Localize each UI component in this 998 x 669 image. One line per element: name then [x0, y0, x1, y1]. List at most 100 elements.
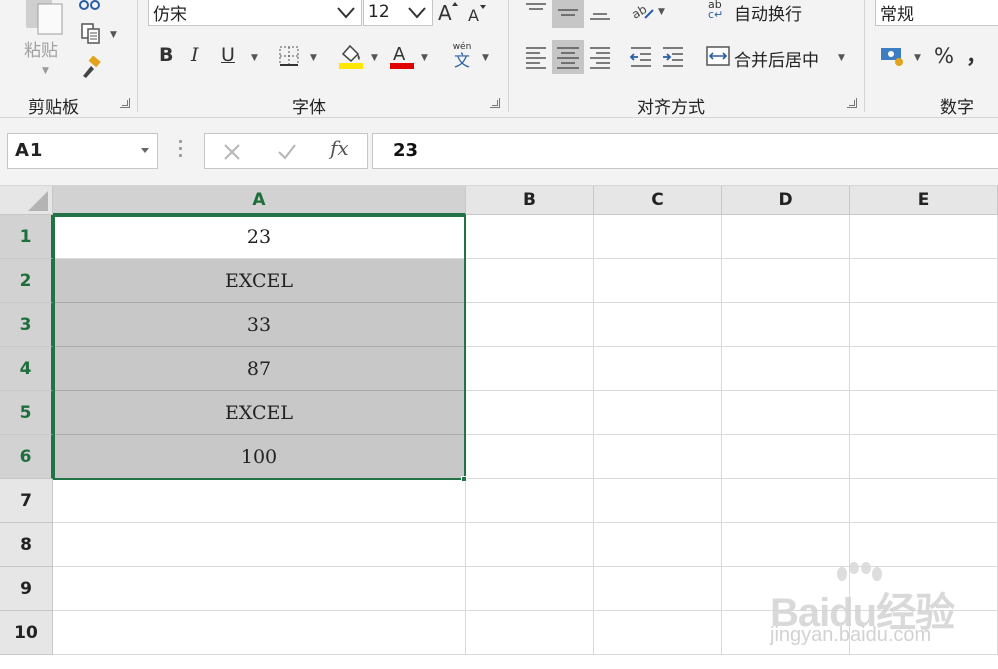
- align-middle-icon[interactable]: [552, 0, 584, 28]
- cell-b1[interactable]: [466, 215, 594, 259]
- cell-c1[interactable]: [594, 215, 722, 259]
- cell-b9[interactable]: [466, 567, 594, 611]
- cell-e3[interactable]: [850, 303, 998, 347]
- fill-color-dropdown-icon[interactable]: ▼: [371, 53, 378, 63]
- cell-c9[interactable]: [594, 567, 722, 611]
- percent-style-button[interactable]: %: [934, 44, 954, 68]
- cell-d6[interactable]: [722, 435, 850, 479]
- cell-a10[interactable]: [53, 611, 466, 655]
- row-header-8[interactable]: 8: [0, 523, 53, 567]
- wrap-text-button[interactable]: 自动换行: [734, 0, 802, 25]
- phonetic-dropdown-icon[interactable]: ▼: [482, 53, 489, 63]
- increase-font-size-icon[interactable]: A: [437, 0, 459, 24]
- column-header-c[interactable]: C: [594, 186, 722, 215]
- accounting-dropdown-icon[interactable]: ▼: [914, 53, 921, 63]
- column-header-d[interactable]: D: [722, 186, 850, 215]
- cell-e10[interactable]: [850, 611, 998, 655]
- cell-d5[interactable]: [722, 391, 850, 435]
- borders-dropdown-icon[interactable]: ▼: [310, 53, 317, 63]
- paste-dropdown-icon[interactable]: ▼: [42, 66, 49, 76]
- underline-button[interactable]: U: [221, 44, 235, 66]
- cell-d2[interactable]: [722, 259, 850, 303]
- font-color-dropdown-icon[interactable]: ▼: [421, 53, 428, 63]
- cell-d9[interactable]: [722, 567, 850, 611]
- cell-a9[interactable]: [53, 567, 466, 611]
- cell-e2[interactable]: [850, 259, 998, 303]
- row-header-6[interactable]: 6: [0, 435, 53, 479]
- cell-c6[interactable]: [594, 435, 722, 479]
- decrease-indent-icon[interactable]: [628, 44, 654, 70]
- merge-dropdown-icon[interactable]: ▼: [838, 53, 845, 63]
- cell-d1[interactable]: [722, 215, 850, 259]
- chevron-down-icon[interactable]: [406, 2, 428, 22]
- row-header-5[interactable]: 5: [0, 391, 53, 435]
- increase-indent-icon[interactable]: [660, 44, 686, 70]
- cut-icon[interactable]: [78, 0, 102, 12]
- worksheet-grid[interactable]: A B C D E 1 2 3 4 5 6 7 8 9 10 23 EXCEL …: [0, 186, 998, 669]
- column-header-e[interactable]: E: [850, 186, 998, 215]
- cell-e7[interactable]: [850, 479, 998, 523]
- row-header-7[interactable]: 7: [0, 479, 53, 523]
- orientation-icon[interactable]: ab: [631, 0, 655, 22]
- cell-d7[interactable]: [722, 479, 850, 523]
- cell-b7[interactable]: [466, 479, 594, 523]
- cell-d10[interactable]: [722, 611, 850, 655]
- cell-c7[interactable]: [594, 479, 722, 523]
- cell-c4[interactable]: [594, 347, 722, 391]
- enter-icon[interactable]: [277, 143, 297, 161]
- cell-a4[interactable]: 87: [53, 347, 466, 391]
- decrease-font-size-icon[interactable]: A: [467, 2, 489, 24]
- font-size-select[interactable]: 12: [363, 0, 433, 26]
- number-format-select[interactable]: 常规: [875, 0, 998, 26]
- cell-c2[interactable]: [594, 259, 722, 303]
- underline-dropdown-icon[interactable]: ▼: [251, 53, 258, 63]
- cell-e1[interactable]: [850, 215, 998, 259]
- formula-input[interactable]: 23: [372, 133, 998, 169]
- clipboard-dialog-launcher-icon[interactable]: [120, 98, 130, 108]
- comma-style-button[interactable]: ，: [966, 40, 987, 70]
- name-box-dropdown-icon[interactable]: [141, 148, 149, 153]
- formula-bar-resize-handle-icon[interactable]: [179, 140, 182, 162]
- orientation-dropdown-icon[interactable]: ▼: [658, 7, 665, 17]
- copy-icon[interactable]: [80, 22, 102, 46]
- row-header-2[interactable]: 2: [0, 259, 53, 303]
- cell-b10[interactable]: [466, 611, 594, 655]
- cell-e6[interactable]: [850, 435, 998, 479]
- cell-a7[interactable]: [53, 479, 466, 523]
- select-all-button[interactable]: [0, 186, 53, 215]
- align-right-icon[interactable]: [587, 44, 613, 70]
- align-left-icon[interactable]: [523, 44, 549, 70]
- cell-d8[interactable]: [722, 523, 850, 567]
- cell-a5[interactable]: EXCEL: [53, 391, 466, 435]
- accounting-format-icon[interactable]: [879, 44, 907, 68]
- paste-icon[interactable]: [24, 0, 68, 36]
- borders-icon[interactable]: [278, 45, 300, 67]
- cell-a1[interactable]: 23: [53, 215, 466, 259]
- wrap-text-icon[interactable]: ab c↵: [708, 0, 732, 24]
- row-header-9[interactable]: 9: [0, 567, 53, 611]
- cell-b5[interactable]: [466, 391, 594, 435]
- align-center-icon[interactable]: [552, 40, 584, 74]
- cell-a3[interactable]: 33: [53, 303, 466, 347]
- chevron-down-icon[interactable]: [335, 2, 357, 22]
- row-header-4[interactable]: 4: [0, 347, 53, 391]
- cell-b4[interactable]: [466, 347, 594, 391]
- cell-c10[interactable]: [594, 611, 722, 655]
- bold-button[interactable]: B: [159, 44, 173, 66]
- italic-button[interactable]: I: [191, 44, 199, 66]
- cell-a2[interactable]: EXCEL: [53, 259, 466, 303]
- column-header-b[interactable]: B: [466, 186, 594, 215]
- cell-d3[interactable]: [722, 303, 850, 347]
- merge-center-icon[interactable]: [706, 45, 730, 67]
- cell-b3[interactable]: [466, 303, 594, 347]
- cell-b6[interactable]: [466, 435, 594, 479]
- alignment-dialog-launcher-icon[interactable]: [847, 98, 857, 108]
- row-header-3[interactable]: 3: [0, 303, 53, 347]
- cell-c5[interactable]: [594, 391, 722, 435]
- cell-a6[interactable]: 100: [53, 435, 466, 479]
- cell-e4[interactable]: [850, 347, 998, 391]
- name-box[interactable]: A1: [7, 133, 158, 169]
- cell-e8[interactable]: [850, 523, 998, 567]
- cell-c3[interactable]: [594, 303, 722, 347]
- merge-center-button[interactable]: 合并后居中: [734, 46, 819, 71]
